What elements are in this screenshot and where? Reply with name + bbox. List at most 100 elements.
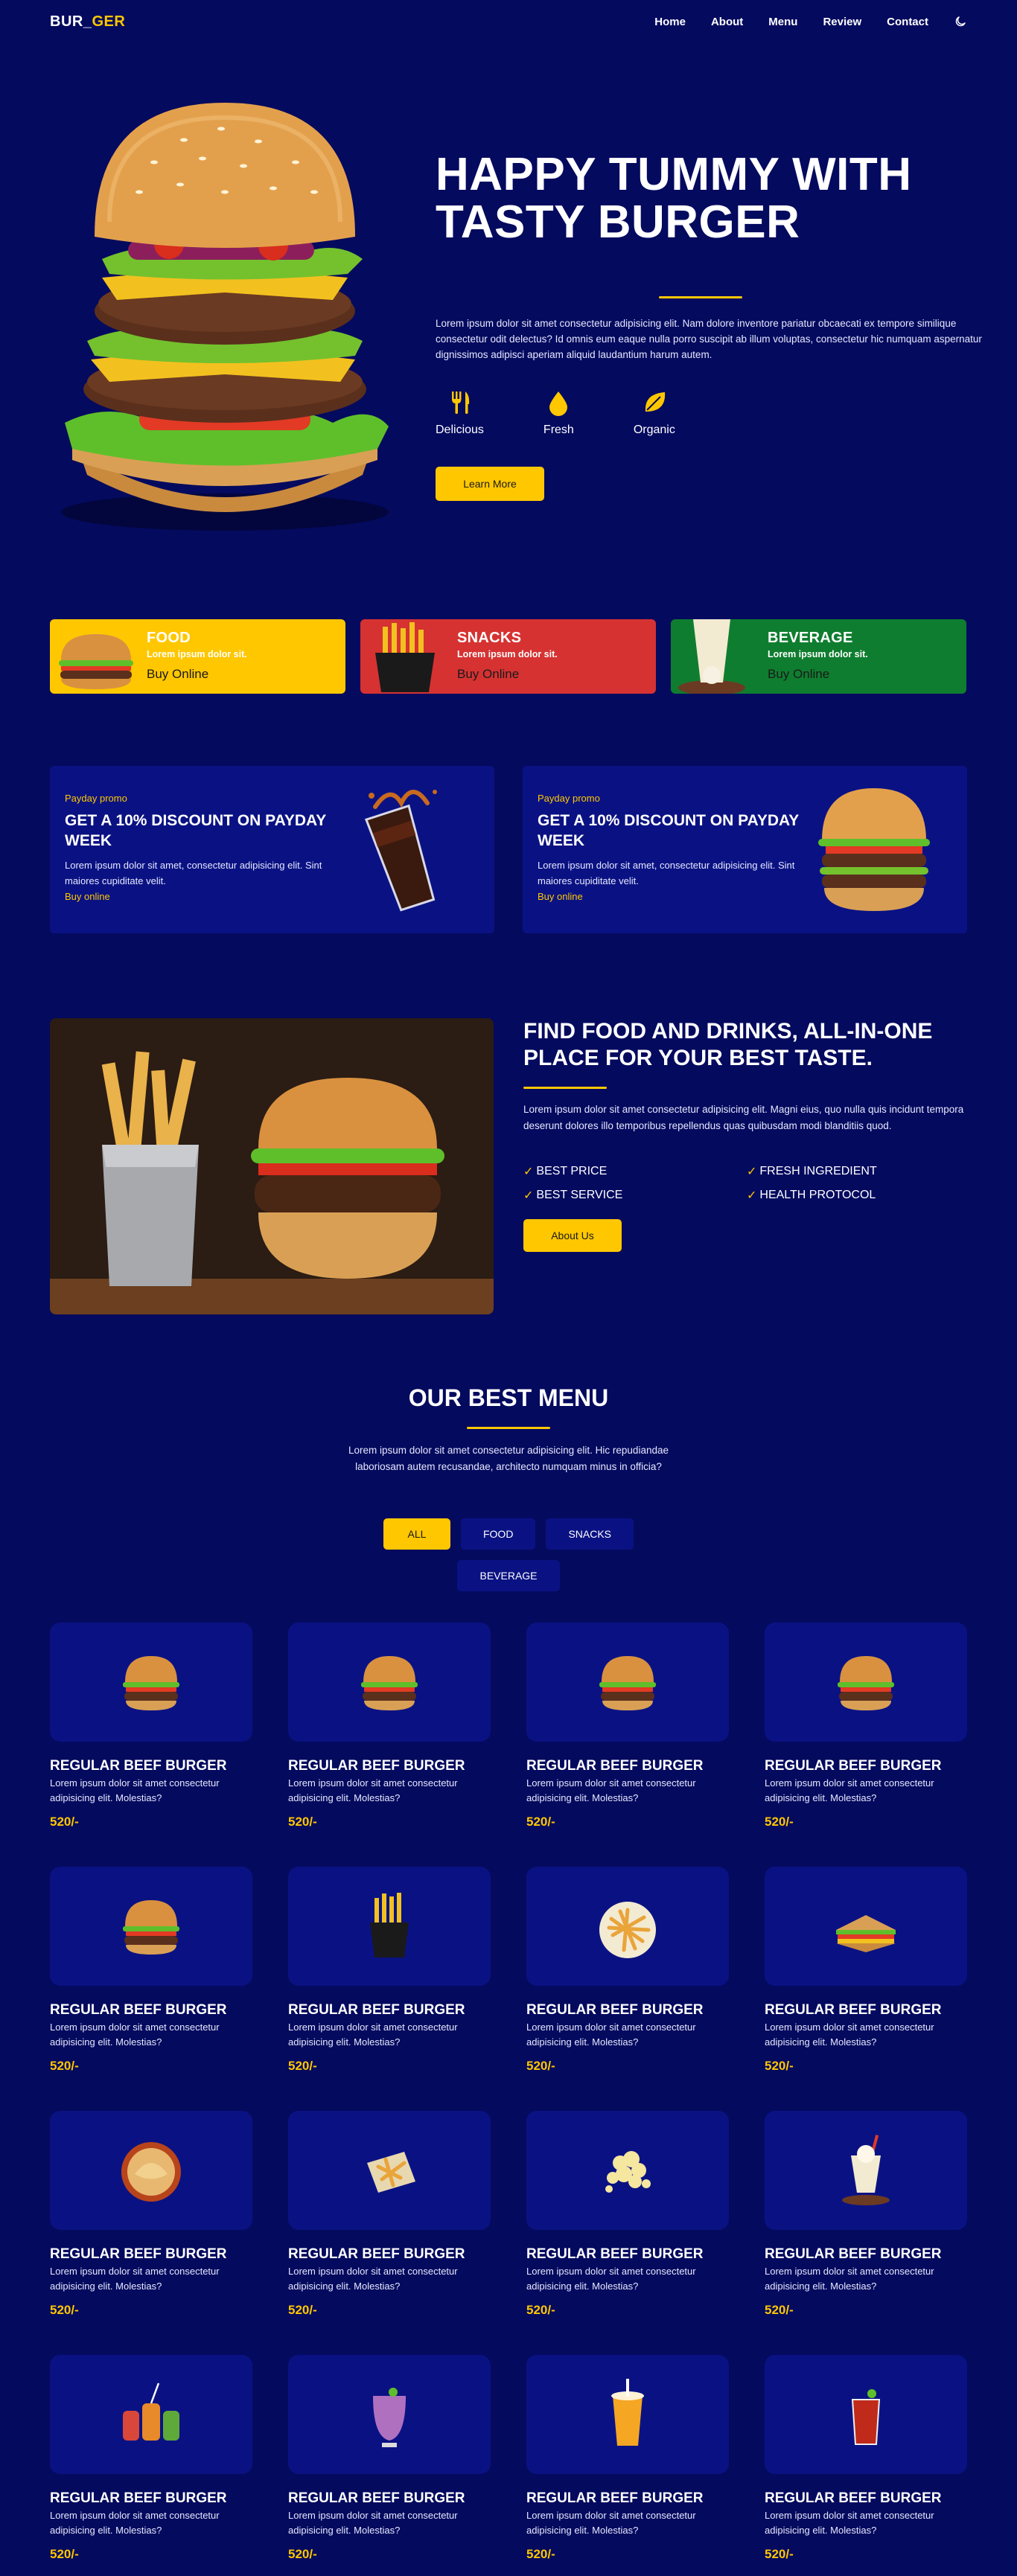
menu-item-card[interactable]: REGULAR BEEF BURGER Lorem ipsum dolor sit… bbox=[288, 1623, 491, 1829]
menu-item-card[interactable]: REGULAR BEEF BURGER Lorem ipsum dolor sit… bbox=[288, 2111, 491, 2317]
menu-item-price: 520/- bbox=[526, 1815, 555, 1829]
about-section: FIND FOOD AND DRINKS, ALL-IN-ONE PLACE F… bbox=[523, 1018, 970, 1252]
filter-food[interactable]: FOOD bbox=[460, 1518, 536, 1550]
nav-about[interactable]: About bbox=[711, 16, 743, 28]
menu-item-image-box bbox=[765, 2355, 967, 2474]
category-card-snacks[interactable]: SNACKS Lorem ipsum dolor sit. Buy Online bbox=[360, 619, 656, 694]
menu-item-card[interactable]: REGULAR BEEF BURGER Lorem ipsum dolor sit… bbox=[765, 2355, 967, 2561]
fries-bucket-thumb-image bbox=[375, 622, 435, 692]
buy-online-link[interactable]: Buy Online bbox=[457, 667, 519, 682]
menu-item-name: REGULAR BEEF BURGER bbox=[526, 1758, 704, 1774]
menu-item-card[interactable]: REGULAR BEEF BURGER Lorem ipsum dolor sit… bbox=[50, 1623, 252, 1829]
menu-item-description: Lorem ipsum dolor sit amet consectetur a… bbox=[288, 2266, 458, 2292]
menu-item-price: 520/- bbox=[526, 2059, 555, 2073]
menu-item-name: REGULAR BEEF BURGER bbox=[288, 2246, 465, 2262]
logo[interactable]: BUR_GER bbox=[50, 13, 125, 31]
promo-title: GET A 10% DISCOUNT ON PAYDAY WEEK bbox=[65, 812, 326, 850]
promo-buy-online-link[interactable]: Buy online bbox=[65, 891, 110, 902]
category-title: FOOD bbox=[147, 630, 191, 646]
buy-online-link[interactable]: Buy Online bbox=[768, 667, 829, 682]
menu-item-image-box bbox=[765, 1867, 967, 1986]
fries-bucket-icon bbox=[370, 1893, 409, 1957]
hero-burger-image bbox=[61, 103, 389, 531]
menu-item-name: REGULAR BEEF BURGER bbox=[50, 1758, 227, 1774]
promo-buy-online-link[interactable]: Buy online bbox=[538, 891, 583, 902]
menu-item-name: REGULAR BEEF BURGER bbox=[765, 2002, 942, 2018]
menu-item-price: 520/- bbox=[288, 1815, 317, 1829]
popcorn-icon bbox=[605, 2151, 651, 2193]
menu-item-card[interactable]: REGULAR BEEF BURGER Lorem ipsum dolor sit… bbox=[50, 2355, 252, 2561]
feature-organic: Organic bbox=[634, 389, 675, 437]
menu-item-name: REGULAR BEEF BURGER bbox=[526, 2246, 704, 2262]
check-label: FRESH INGREDIENT bbox=[759, 1165, 877, 1177]
red-drink-icon bbox=[851, 2389, 881, 2445]
nav-menu[interactable]: Menu bbox=[768, 16, 797, 28]
menu-item-card[interactable]: REGULAR BEEF BURGER Lorem ipsum dolor sit… bbox=[526, 1867, 729, 2073]
smoothie-icon bbox=[373, 2388, 406, 2447]
category-subtitle: Lorem ipsum dolor sit. bbox=[457, 649, 558, 659]
category-card-beverage[interactable]: BEVERAGE Lorem ipsum dolor sit. Buy Onli… bbox=[671, 619, 966, 694]
menu-item-card[interactable]: REGULAR BEEF BURGER Lorem ipsum dolor sit… bbox=[526, 2111, 729, 2317]
menu-item-card[interactable]: REGULAR BEEF BURGER Lorem ipsum dolor sit… bbox=[288, 2355, 491, 2561]
check-label: BEST SERVICE bbox=[536, 1189, 623, 1201]
menu-item-card[interactable]: REGULAR BEEF BURGER Lorem ipsum dolor sit… bbox=[765, 1867, 967, 2073]
check-icon: ✓ bbox=[523, 1166, 534, 1178]
dark-mode-moon-icon[interactable] bbox=[954, 15, 967, 28]
burger-icon bbox=[838, 1656, 894, 1710]
menu-item-card[interactable]: REGULAR BEEF BURGER Lorem ipsum dolor sit… bbox=[526, 1623, 729, 1829]
menu-item-image-box bbox=[526, 1867, 729, 1986]
menu-item-card[interactable]: REGULAR BEEF BURGER Lorem ipsum dolor sit… bbox=[526, 2355, 729, 2561]
menu-item-image-box bbox=[288, 2355, 491, 2474]
feature-label: Fresh bbox=[543, 424, 574, 436]
hero-description: Lorem ipsum dolor sit amet consectetur a… bbox=[436, 318, 982, 360]
menu-item-card[interactable]: REGULAR BEEF BURGER Lorem ipsum dolor sit… bbox=[50, 2111, 252, 2317]
filter-snacks[interactable]: SNACKS bbox=[546, 1518, 634, 1550]
menu-item-image-box bbox=[50, 1867, 252, 1986]
check-icon: ✓ bbox=[747, 1166, 757, 1178]
promo-tag: Payday promo bbox=[538, 793, 600, 804]
menu-item-card[interactable]: REGULAR BEEF BURGER Lorem ipsum dolor sit… bbox=[288, 1867, 491, 2073]
milkshake-thumb-image bbox=[678, 619, 745, 694]
menu-item-description: Lorem ipsum dolor sit amet consectetur a… bbox=[765, 2266, 934, 2292]
hero-text: HAPPY TUMMY WITH TASTY BURGER Lorem ipsu… bbox=[436, 150, 1009, 501]
menu-item-image-box bbox=[50, 2355, 252, 2474]
menu-item-name: REGULAR BEEF BURGER bbox=[50, 2490, 227, 2506]
nav-contact[interactable]: Contact bbox=[887, 16, 928, 28]
menu-item-name: REGULAR BEEF BURGER bbox=[526, 2002, 704, 2018]
menu-item-description: Lorem ipsum dolor sit amet consectetur a… bbox=[50, 2022, 220, 2048]
menu-item-description: Lorem ipsum dolor sit amet consectetur a… bbox=[765, 2510, 934, 2536]
menu-item-image-box bbox=[50, 1623, 252, 1742]
filter-all[interactable]: ALL bbox=[383, 1518, 450, 1550]
filter-beverage[interactable]: BEVERAGE bbox=[457, 1560, 560, 1591]
menu-item-image-box bbox=[288, 1623, 491, 1742]
category-card-food[interactable]: FOOD Lorem ipsum dolor sit. Buy Online bbox=[50, 619, 345, 694]
buy-online-link[interactable]: Buy Online bbox=[147, 667, 208, 682]
about-title: FIND FOOD AND DRINKS, ALL-IN-ONE PLACE F… bbox=[523, 1019, 933, 1070]
menu-item-description: Lorem ipsum dolor sit amet consectetur a… bbox=[288, 2022, 458, 2048]
nav-links: Home About Menu Review Contact bbox=[654, 15, 967, 28]
menu-item-price: 520/- bbox=[288, 2303, 317, 2317]
menu-item-image-box bbox=[288, 1867, 491, 1986]
category-subtitle: Lorem ipsum dolor sit. bbox=[147, 649, 247, 659]
promo-tag: Payday promo bbox=[65, 793, 127, 804]
menu-item-price: 520/- bbox=[50, 2547, 79, 2561]
cola-splash-image bbox=[364, 790, 437, 912]
menu-item-image-box bbox=[765, 1623, 967, 1742]
category-title: SNACKS bbox=[457, 630, 522, 646]
nav-home[interactable]: Home bbox=[654, 16, 686, 28]
sandwich-icon bbox=[836, 1915, 896, 1952]
menu-item-name: REGULAR BEEF BURGER bbox=[526, 2490, 704, 2506]
menu-item-price: 520/- bbox=[50, 2303, 79, 2317]
learn-more-button[interactable]: Learn More bbox=[436, 467, 544, 501]
feature-label: Organic bbox=[633, 424, 675, 436]
fries-plate-icon bbox=[599, 1902, 656, 1958]
about-us-button[interactable]: About Us bbox=[523, 1219, 622, 1252]
menu-item-card[interactable]: REGULAR BEEF BURGER Lorem ipsum dolor sit… bbox=[765, 2111, 967, 2317]
menu-item-card[interactable]: REGULAR BEEF BURGER Lorem ipsum dolor sit… bbox=[50, 1867, 252, 2073]
category-subtitle: Lorem ipsum dolor sit. bbox=[768, 649, 868, 659]
menu-item-description: Lorem ipsum dolor sit amet consectetur a… bbox=[50, 1777, 220, 1803]
menu-item-card[interactable]: REGULAR BEEF BURGER Lorem ipsum dolor sit… bbox=[765, 1623, 967, 1829]
menu-filters: ALL FOOD SNACKS bbox=[0, 1518, 1017, 1550]
check-item: ✓ BEST PRICE bbox=[523, 1164, 747, 1179]
nav-review[interactable]: Review bbox=[823, 16, 861, 28]
